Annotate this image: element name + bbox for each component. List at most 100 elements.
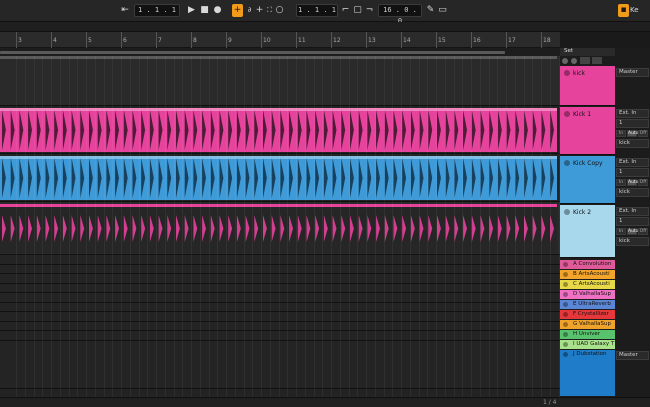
monitor-off-button[interactable]: Off xyxy=(638,179,648,186)
monitor-auto-button[interactable]: Auto xyxy=(627,130,638,137)
return-lane[interactable] xyxy=(0,264,560,274)
return-lane[interactable] xyxy=(0,302,560,312)
return-track-name[interactable]: D ValhallaSup xyxy=(573,291,611,297)
loop-switch-icon[interactable]: ▢ xyxy=(352,4,363,17)
monitor-auto-button[interactable]: Auto xyxy=(627,228,638,235)
fold-icon[interactable] xyxy=(563,322,568,327)
return-track-header[interactable]: F Crystallizer xyxy=(560,310,615,319)
loop-region[interactable] xyxy=(0,51,505,54)
return-track-name[interactable]: G ValhallaSup xyxy=(573,321,611,327)
fold-icon[interactable] xyxy=(563,312,568,317)
metronome-icon[interactable] xyxy=(571,58,577,64)
monitor-in-button[interactable]: In xyxy=(616,179,626,186)
return-track-header[interactable]: B ArtsAcousti xyxy=(560,270,615,279)
output-select[interactable]: kick xyxy=(616,188,649,197)
return-lane[interactable] xyxy=(0,312,560,322)
fold-icon[interactable] xyxy=(563,302,568,307)
return-lane[interactable] xyxy=(0,274,560,284)
key-map-icon[interactable]: ▪ xyxy=(618,4,629,17)
fold-icon[interactable] xyxy=(564,209,570,215)
folder-icon[interactable] xyxy=(592,57,602,64)
return-lane[interactable] xyxy=(0,283,560,293)
monitor-auto-button[interactable]: Auto xyxy=(627,179,638,186)
beat-time-ruler[interactable]: 3 4 5 6 7 8 9 10 11 12 13 14 15 16 17 18 xyxy=(0,32,560,48)
arrangement-lane-kick-1[interactable] xyxy=(0,106,560,154)
arrangement-lane-kick-2[interactable] xyxy=(0,202,560,255)
return-track-header[interactable]: G ValhallaSup xyxy=(560,320,615,329)
monitor-in-button[interactable]: In xyxy=(616,130,626,137)
monitor-in-button[interactable]: In xyxy=(616,228,626,235)
monitor-off-button[interactable]: Off xyxy=(638,130,648,137)
track-header-kick[interactable]: kick xyxy=(560,66,615,106)
overdub-icon[interactable]: + xyxy=(232,4,243,17)
return-track-header[interactable]: A Convolution xyxy=(560,260,615,269)
fold-icon[interactable] xyxy=(563,352,568,357)
return-lane[interactable] xyxy=(0,255,560,265)
return-track-name[interactable]: B ArtsAcousti xyxy=(573,271,610,277)
return-track-name[interactable]: C ArtsAcousti xyxy=(573,281,610,287)
loop-icon[interactable]: ○ xyxy=(274,4,285,17)
fold-icon[interactable] xyxy=(563,262,568,267)
return-track-name[interactable]: J Dubstation xyxy=(573,351,607,357)
monitor-off-button[interactable]: Off xyxy=(638,228,648,235)
arrow-icon[interactable] xyxy=(580,57,590,64)
return-track-header[interactable]: H Unviver xyxy=(560,330,615,339)
loop-start-field[interactable]: 1 . 1 . 1 xyxy=(296,4,338,17)
track-name[interactable]: Kick 1 xyxy=(573,111,591,118)
fold-icon[interactable] xyxy=(563,292,568,297)
input-type-select[interactable]: Ext. In xyxy=(616,207,649,216)
fold-icon[interactable] xyxy=(563,282,568,287)
fold-icon[interactable] xyxy=(564,160,570,166)
input-channel-select[interactable]: 1 xyxy=(616,119,649,128)
track-name[interactable]: Kick Copy xyxy=(573,160,603,167)
fold-icon[interactable] xyxy=(564,70,570,76)
punch-out-icon[interactable]: ¬ xyxy=(364,4,375,17)
return-track-header[interactable]: E UltraReverb xyxy=(560,300,615,309)
stop-icon[interactable]: ■ xyxy=(199,4,210,17)
fold-icon[interactable] xyxy=(564,111,570,117)
overview-bar[interactable] xyxy=(0,22,650,32)
record-icon[interactable]: ● xyxy=(212,4,223,17)
track-name[interactable]: kick xyxy=(573,70,585,77)
return-lane[interactable] xyxy=(0,340,560,389)
output-select[interactable]: kick xyxy=(616,237,649,246)
return-track-header[interactable]: I UAD Galaxy T xyxy=(560,340,615,349)
input-channel-select[interactable]: 1 xyxy=(616,217,649,226)
return-track-header[interactable]: D ValhallaSup xyxy=(560,290,615,299)
return-track-name[interactable]: A Convolution xyxy=(573,261,611,267)
return-track-name[interactable]: H Unviver xyxy=(573,331,600,337)
arrangement-lane-kick-copy[interactable] xyxy=(0,154,560,202)
computer-midi-icon[interactable]: ▭ xyxy=(437,4,448,17)
return-track-name[interactable]: I UAD Galaxy T xyxy=(573,341,614,347)
draw-mode-icon[interactable]: ✎ xyxy=(425,4,436,17)
punch-in-icon[interactable]: ⌐ xyxy=(340,4,351,17)
track-header-kick-copy[interactable]: Kick Copy xyxy=(560,156,615,204)
fold-icon[interactable] xyxy=(563,272,568,277)
loop-brace[interactable] xyxy=(0,48,560,56)
arrangement-lane-kick[interactable] xyxy=(0,56,560,106)
return-lane[interactable] xyxy=(0,321,560,331)
output-select[interactable]: Master xyxy=(616,351,649,360)
input-type-select[interactable]: Ext. In xyxy=(616,109,649,118)
play-icon[interactable]: ▶ xyxy=(186,4,197,17)
fold-icon[interactable] xyxy=(563,342,568,347)
arrangement-view[interactable] xyxy=(0,56,560,397)
return-track-header[interactable]: C ArtsAcousti xyxy=(560,280,615,289)
arrangement-position-field[interactable]: 1 . 1 . 1 xyxy=(134,4,180,17)
loop-length-field[interactable]: 16 . 0 . 0 xyxy=(378,4,422,25)
return-track-name[interactable]: F Crystallizer xyxy=(573,311,609,317)
return-track-header[interactable]: J Dubstation xyxy=(560,350,615,396)
input-channel-select[interactable]: 1 xyxy=(616,168,649,177)
return-lane[interactable] xyxy=(0,293,560,303)
output-select[interactable]: kick xyxy=(616,139,649,148)
track-header-kick-2[interactable]: Kick 2 xyxy=(560,205,615,258)
solo-icon[interactable] xyxy=(562,58,568,64)
return-lane[interactable] xyxy=(0,331,560,341)
track-name[interactable]: Kick 2 xyxy=(573,209,591,216)
key-label[interactable]: Ke xyxy=(630,4,648,17)
track-header-kick-1[interactable]: Kick 1 xyxy=(560,107,615,155)
return-track-name[interactable]: E UltraReverb xyxy=(573,301,611,307)
output-select[interactable]: Master xyxy=(616,68,649,77)
fold-icon[interactable] xyxy=(563,332,568,337)
arrangement-position-icon[interactable]: ⇤ xyxy=(118,4,132,17)
